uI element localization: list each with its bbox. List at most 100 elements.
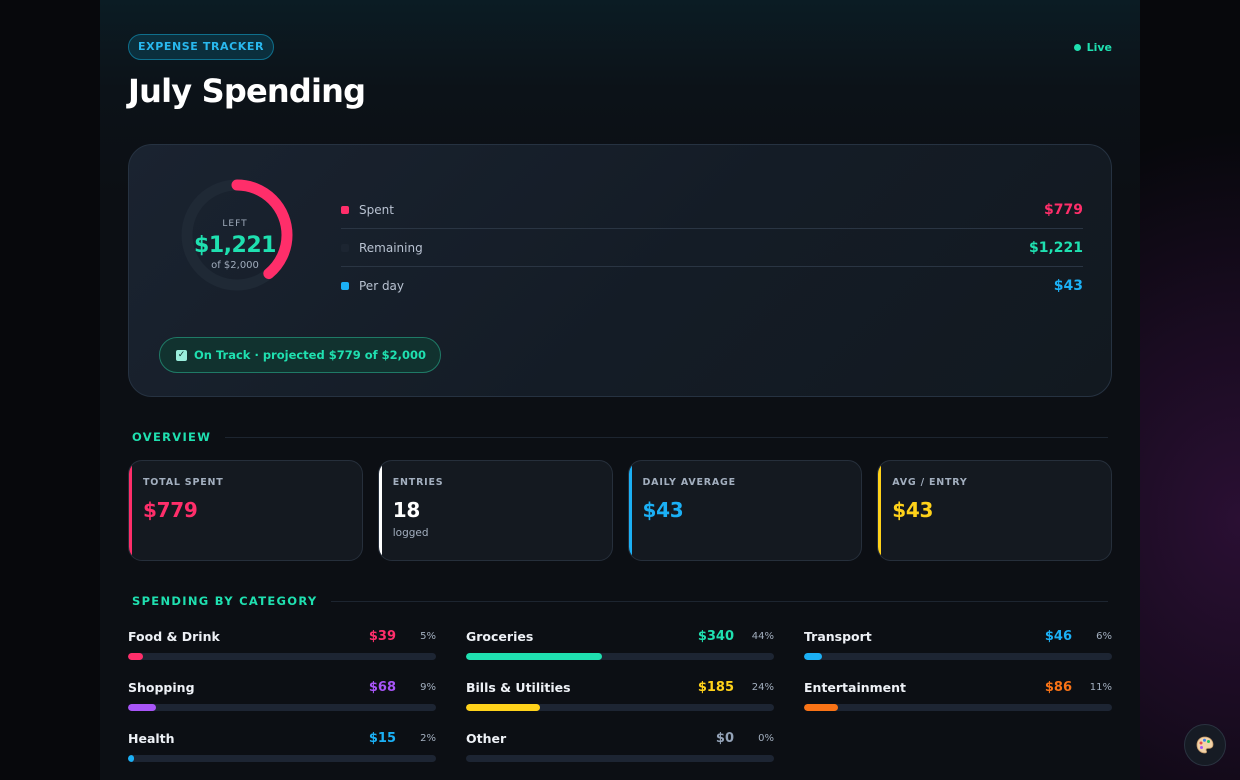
category-progress-track — [466, 755, 774, 762]
category-name: Shopping — [128, 679, 195, 695]
overview-cards: TOTAL SPENT $779 ENTRIES 18 logged DAILY… — [128, 460, 1112, 561]
category-amount: $0 — [715, 730, 734, 746]
category-progress-track — [466, 653, 774, 660]
category-amount: $340 — [697, 628, 734, 644]
category-item: Entertainment $86 11% — [804, 678, 1112, 729]
spent-legend-dot — [341, 205, 349, 214]
page-title: July Spending — [128, 72, 366, 110]
category-list: Food & Drink $39 5% Groceries $340 44% Transpo… — [128, 627, 1112, 780]
category-head: Food & Drink $39 5% — [128, 627, 436, 645]
category-item: Transport $46 6% — [804, 627, 1112, 678]
category-head: Health $15 2% — [128, 729, 436, 747]
stat-label: Remaining — [359, 240, 423, 255]
card-value: $43 — [642, 498, 684, 522]
card-value: $779 — [143, 498, 198, 522]
status-badge: ✓ On Track · projected $779 of $2,000 — [159, 337, 442, 373]
section-divider — [225, 436, 1108, 438]
category-progress-track — [128, 704, 436, 711]
live-indicator: Live — [1073, 41, 1112, 54]
per-day-legend-dot — [341, 282, 349, 290]
category-name: Transport — [804, 628, 872, 644]
stat-label: Spent — [359, 202, 394, 217]
category-amount: $185 — [697, 679, 734, 695]
category-name: Bills & Utilities — [466, 679, 571, 695]
card-accent-bar — [378, 461, 382, 560]
category-percent: 11% — [1089, 681, 1112, 693]
category-item: Other $0 0% — [466, 729, 774, 780]
live-label: Live — [1086, 41, 1112, 54]
category-item: Bills & Utilities $185 24% — [466, 678, 774, 729]
card-value: $43 — [892, 498, 934, 522]
category-amount: $46 — [1044, 628, 1072, 644]
category-amount: $15 — [368, 730, 396, 746]
category-name: Other — [466, 730, 507, 746]
category-amount: $86 — [1044, 679, 1072, 695]
stat-row-remaining: Remaining $1,221 — [341, 229, 1083, 267]
card-label: DAILY AVERAGE — [642, 477, 736, 488]
category-percent: 2% — [420, 732, 436, 744]
category-percent: 0% — [758, 732, 774, 744]
donut-center: LEFT $1,221 of $2,000 — [167, 219, 303, 271]
category-head: Entertainment $86 11% — [804, 678, 1112, 696]
donut-sub: of $2,000 — [211, 260, 259, 271]
theme-palette-button[interactable] — [1184, 724, 1226, 766]
card-daily-average: DAILY AVERAGE $43 — [627, 460, 863, 561]
category-progress-fill — [128, 755, 135, 762]
category-name: Health — [128, 730, 175, 746]
category-amount: $68 — [368, 679, 396, 695]
category-head: Groceries $340 44% — [466, 627, 774, 645]
remaining-legend-dot — [341, 243, 349, 252]
donut-label: LEFT — [222, 219, 248, 229]
category-percent: 9% — [420, 681, 436, 693]
category-progress-track — [804, 653, 1112, 660]
category-head: Transport $46 6% — [804, 627, 1112, 645]
section-title: OVERVIEW — [132, 430, 212, 444]
category-head: Bills & Utilities $185 24% — [466, 678, 774, 696]
donut-value: $1,221 — [194, 233, 276, 258]
category-amount: $39 — [368, 628, 396, 644]
category-progress-fill — [804, 653, 823, 660]
category-head: Other $0 0% — [466, 729, 774, 747]
card-avg-entry: AVG / ENTRY $43 — [877, 460, 1112, 561]
category-progress-fill — [128, 653, 144, 660]
category-name: Entertainment — [804, 679, 907, 695]
category-item: Health $15 2% — [128, 729, 436, 780]
section-title: SPENDING BY CATEGORY — [132, 594, 318, 608]
category-progress-fill — [466, 653, 602, 660]
dashboard-page: EXPENSE TRACKER Live July Spending LEFT … — [100, 0, 1140, 780]
category-progress-fill — [128, 704, 156, 711]
card-sub: logged — [392, 527, 429, 539]
card-accent-bar — [878, 461, 882, 560]
category-head: Shopping $68 9% — [128, 678, 436, 696]
app-tag: EXPENSE TRACKER — [128, 34, 275, 60]
category-percent: 24% — [751, 681, 774, 693]
category-progress-fill — [466, 704, 540, 711]
category-progress-track — [466, 704, 774, 711]
card-value: 18 — [392, 498, 421, 522]
category-section-header: SPENDING BY CATEGORY — [132, 594, 1108, 608]
category-item: Groceries $340 44% — [466, 627, 774, 678]
status-text: On Track · projected $779 of $2,000 — [194, 348, 427, 362]
card-label: AVG / ENTRY — [892, 477, 968, 488]
stat-value: $1,221 — [1028, 239, 1083, 256]
category-progress-track — [128, 653, 436, 660]
category-progress-fill — [804, 704, 838, 711]
category-percent: 5% — [420, 630, 436, 642]
card-label: ENTRIES — [392, 477, 444, 488]
category-item: Shopping $68 9% — [128, 678, 436, 729]
category-item: Food & Drink $39 5% — [128, 627, 436, 678]
live-dot-icon — [1073, 44, 1081, 51]
category-percent: 6% — [1096, 630, 1112, 642]
card-label: TOTAL SPENT — [143, 477, 224, 488]
stat-value: $43 — [1053, 278, 1083, 294]
category-percent: 44% — [751, 630, 774, 642]
palette-icon — [1196, 736, 1214, 754]
category-progress-track — [128, 755, 436, 762]
checkbox-icon: ✓ — [176, 349, 187, 361]
category-progress-track — [804, 704, 1112, 711]
summary-stats: Spent $779 Remaining $1,221 Per day $43 — [341, 191, 1083, 305]
category-name: Food & Drink — [128, 628, 220, 644]
card-accent-bar — [129, 461, 132, 560]
card-total-spent: TOTAL SPENT $779 — [128, 460, 363, 561]
stat-label: Per day — [359, 279, 405, 293]
